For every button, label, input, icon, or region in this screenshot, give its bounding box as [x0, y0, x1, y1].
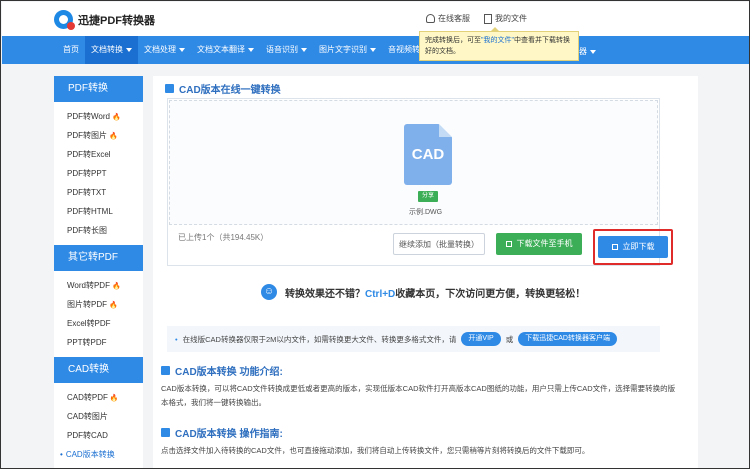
size-limit-notice: • 在线版CAD转换器仅限于2M以内文件，如需转换更大文件、转换更多格式文件，请… [167, 326, 660, 352]
chevron-down-icon [179, 47, 185, 52]
intro-title: CAD版本转换 功能介绍: [161, 363, 283, 378]
drop-zone[interactable]: CAD 分享 示例.DWG [169, 100, 658, 225]
my-files-link[interactable]: 我的文件 [484, 13, 527, 24]
sidebar-item-pdf-to-cad[interactable]: PDF转CAD [54, 426, 143, 445]
file-name: 示例.DWG [409, 209, 443, 216]
smile-icon: ☺ [261, 284, 277, 300]
logo[interactable]: 迅捷PDF转换器 [54, 10, 155, 30]
top-bar: 迅捷PDF转换器 在线客服 我的文件 [2, 2, 749, 36]
sidebar-group-cad-convert[interactable]: CAD转换 [54, 357, 143, 383]
nav-item-translate[interactable]: 文档文本翻译 [191, 36, 260, 64]
nav-item-speech[interactable]: 语音识别 [260, 36, 313, 64]
chevron-down-icon [590, 49, 596, 54]
top-links: 在线客服 我的文件 [426, 13, 527, 24]
customer-service-label: 在线客服 [438, 14, 470, 23]
info-icon [161, 366, 170, 375]
main-panel: CAD版本在线一键转换 CAD 分享 示例.DWG 已上传1个（共194.45K… [153, 76, 698, 468]
download-to-phone-button[interactable]: 下载文件至手机 [496, 233, 582, 255]
chevron-down-icon [301, 47, 307, 52]
intro-text: CAD版本转换，可以将CAD文件转换成更低或者更高的版本，实现低版本CAD软件打… [161, 384, 676, 407]
customer-service-link[interactable]: 在线客服 [426, 13, 470, 24]
chevron-down-icon [126, 47, 132, 52]
nav-item-ocr[interactable]: 图片文字识别 [313, 36, 382, 64]
sidebar-item-image-to-pdf[interactable]: 图片转PDF 🔥 [54, 295, 143, 314]
download-highlight-box: 立即下载 [593, 229, 673, 265]
sidebar-group-to-pdf[interactable]: 其它转PDF [54, 245, 143, 271]
nav-item-doc-convert[interactable]: 文档转换 [85, 36, 138, 64]
sidebar-item-pdf-to-long-image[interactable]: PDF转长图 [54, 221, 143, 240]
chevron-down-icon [248, 47, 254, 52]
fire-icon: 🔥 [109, 395, 119, 402]
document-icon [165, 84, 174, 93]
app-title: 迅捷PDF转换器 [78, 14, 155, 27]
chevron-down-icon [370, 47, 376, 52]
fire-icon: 🔥 [111, 283, 121, 290]
headset-icon [426, 14, 435, 23]
sidebar-item-excel-to-pdf[interactable]: Excel转PDF [54, 314, 143, 333]
sidebar-item-cad-version-convert[interactable]: CAD版本转换 [54, 445, 143, 464]
sidebar-item-cad-to-pdf[interactable]: CAD转PDF 🔥 [54, 388, 143, 407]
my-files-tooltip: 完成转换后，可至"我的文件"中查看并下载转换好的文档。 [419, 27, 579, 61]
fire-icon: 🔥 [109, 302, 118, 309]
sidebar: PDF转换 PDF转Word 🔥 PDF转图片 🔥 PDF转Excel PDF转PP… [54, 76, 143, 468]
sidebar-item-cad-to-image[interactable]: CAD转图片 [54, 407, 143, 426]
browser-frame: 迅捷PDF转换器 在线客服 我的文件 首页 文档转换 文档处理 文档文本翻译 语… [0, 0, 750, 469]
continue-add-button[interactable]: 继续添加（批量转换） [393, 233, 485, 255]
section-title: CAD版本在线一键转换 [165, 81, 281, 96]
sidebar-item-pdf-to-image[interactable]: PDF转图片 🔥 [54, 126, 143, 145]
upload-card: CAD 分享 示例.DWG 已上传1个（共194.45K） 继续添加（批量转换）… [167, 98, 673, 266]
logo-icon [54, 10, 75, 30]
upload-status: 已上传1个（共194.45K） [178, 233, 269, 242]
nav-item-doc-process[interactable]: 文档处理 [138, 36, 191, 64]
download-client-button[interactable]: 下载迅捷CAD转换器客户端 [518, 332, 617, 346]
sidebar-item-pdf-to-excel[interactable]: PDF转Excel [54, 145, 143, 164]
sidebar-item-pdf-to-ppt[interactable]: PDF转PPT [54, 164, 143, 183]
file-fold-corner [439, 124, 452, 137]
fire-icon: 🔥 [111, 114, 121, 121]
bullet-icon: • [175, 334, 178, 344]
sidebar-group-pdf-convert[interactable]: PDF转换 [54, 76, 143, 102]
download-icon [611, 243, 618, 250]
fire-icon: 🔥 [109, 133, 118, 140]
sidebar-item-pdf-to-html[interactable]: PDF转HTML [54, 202, 143, 221]
bookmark-tip: ☺ 转换效果还不错？Ctrl+D收藏本页，下次访问更方便，转换更轻松！ [261, 284, 585, 300]
nav-item-home[interactable]: 首页 [57, 36, 85, 64]
open-vip-button[interactable]: 开通VIP [461, 332, 501, 346]
phone-icon [505, 240, 512, 247]
guide-icon [161, 428, 170, 437]
sidebar-item-word-to-pdf[interactable]: Word转PDF 🔥 [54, 276, 143, 295]
sidebar-item-ppt-to-pdf[interactable]: PPT转PDF [54, 333, 143, 352]
guide-text: 点击选择文件加入待转换的CAD文件，也可直接拖动添加，我们将自动上传转换文件，您… [161, 446, 590, 455]
nav-item-partial[interactable]: 器 [579, 46, 596, 57]
file-icon [484, 13, 492, 24]
share-button[interactable]: 分享 [418, 191, 439, 202]
sidebar-item-pdf-to-word[interactable]: PDF转Word 🔥 [54, 107, 143, 126]
download-now-button[interactable]: 立即下载 [598, 236, 668, 258]
sidebar-item-pdf-to-txt[interactable]: PDF转TXT [54, 183, 143, 202]
main-nav: 首页 文档转换 文档处理 文档文本翻译 语音识别 图片文字识别 音视频转换 [2, 36, 749, 64]
guide-title: CAD版本转换 操作指南: [161, 425, 283, 440]
my-files-label: 我的文件 [495, 14, 527, 23]
